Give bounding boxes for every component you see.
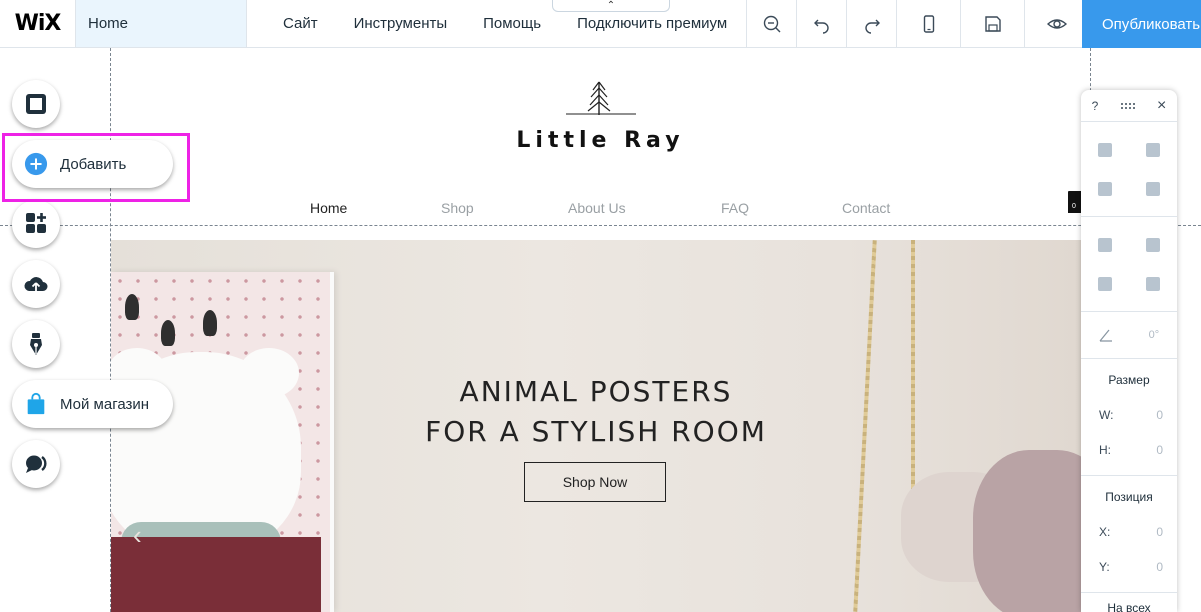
cart-icon[interactable]: 0 — [1068, 191, 1082, 213]
slider-prev-arrow[interactable]: ‹ — [133, 520, 142, 551]
hero-title: ANIMAL POSTERS FOR A STYLISH ROOM — [111, 372, 1081, 452]
menu-tools[interactable]: Инструменты — [336, 15, 466, 32]
hero-title-line-2: FOR A STYLISH ROOM — [425, 415, 767, 448]
toolbar-tools — [746, 0, 1088, 48]
paste-icon[interactable] — [1146, 142, 1160, 157]
nav-link-faq[interactable]: FAQ — [721, 200, 749, 216]
angle-icon — [1099, 329, 1112, 342]
shop-now-button[interactable]: Shop Now — [524, 462, 666, 502]
edit-actions-section — [1081, 122, 1177, 217]
show-on-all-pages-toggle[interactable]: На всех страницах — [1081, 593, 1177, 612]
width-value[interactable]: 0 — [1156, 408, 1163, 422]
align-right-icon[interactable] — [1146, 237, 1160, 252]
duplicate-icon[interactable] — [1098, 181, 1112, 196]
chat-button[interactable] — [12, 440, 60, 488]
size-label: Размер — [1108, 373, 1150, 387]
y-label: Y: — [1099, 559, 1110, 574]
cloud-upload-icon — [24, 277, 48, 291]
square-icon — [26, 94, 46, 114]
drag-handle-icon[interactable] — [1120, 102, 1136, 110]
save-button[interactable] — [960, 0, 1024, 48]
media-upload-button[interactable] — [12, 260, 60, 308]
background-button[interactable] — [12, 80, 60, 128]
menu-upgrade-premium[interactable]: Подключить премиум — [559, 15, 745, 32]
header-gridline — [0, 225, 1201, 226]
menu-help[interactable]: Помощь — [465, 15, 559, 32]
size-section: Размер W: 0 H: 0 — [1081, 359, 1177, 476]
panel-header: ? × — [1081, 90, 1177, 122]
hero-strip[interactable]: ‹ ANIMAL POSTERS FOR A STYLISH ROOM Shop… — [111, 240, 1081, 612]
app-market-button[interactable] — [12, 200, 60, 248]
align-center-icon[interactable] — [1098, 276, 1112, 291]
pine-tree-logo-icon — [566, 81, 636, 115]
cart-count: 0 — [1072, 203, 1076, 210]
speech-bubbles-icon — [26, 455, 47, 473]
shopping-bag-icon — [27, 392, 45, 415]
collapse-topbar-tab[interactable]: ⌃ — [552, 0, 670, 12]
element-properties-panel: ? × 0° Размер W: 0 H: 0 Позиция X: 0 Y: 0 На… — [1081, 90, 1177, 612]
position-label: Позиция — [1105, 490, 1153, 504]
my-store-button[interactable]: Мой магазин — [12, 380, 173, 428]
undo-button[interactable] — [796, 0, 846, 48]
mobile-view-icon — [923, 15, 934, 33]
help-icon[interactable]: ? — [1092, 99, 1099, 113]
arrange-section — [1081, 217, 1177, 312]
x-value[interactable]: 0 — [1156, 525, 1163, 539]
rotation-section: 0° — [1081, 312, 1177, 359]
top-menu: Сайт Инструменты Помощь Подключить преми… — [247, 0, 745, 47]
nav-link-home[interactable]: Home — [310, 200, 347, 216]
rotation-value[interactable]: 0° — [1149, 329, 1160, 341]
arrange-icon[interactable] — [1098, 237, 1112, 252]
apps-grid-icon — [26, 213, 46, 233]
hero-title-line-1: ANIMAL POSTERS — [459, 375, 733, 408]
nav-link-contact[interactable]: Contact — [842, 200, 890, 216]
menu-site[interactable]: Сайт — [265, 15, 336, 32]
zoom-out-button[interactable] — [746, 0, 796, 48]
preview-icon — [1046, 19, 1067, 29]
y-value[interactable]: 0 — [1156, 560, 1163, 574]
wix-logo[interactable]: WiX — [0, 0, 76, 47]
nav-link-shop[interactable]: Shop — [441, 200, 474, 216]
redo-icon — [864, 19, 880, 34]
mobile-view-button[interactable] — [896, 0, 960, 48]
highlight-frame — [2, 133, 190, 202]
nav-link-about[interactable]: About Us — [568, 200, 626, 216]
pen-nib-icon — [30, 333, 42, 355]
page-selector[interactable]: Home — [76, 0, 247, 47]
zoom-out-icon — [763, 15, 780, 33]
height-value[interactable]: 0 — [1156, 443, 1163, 457]
my-store-label: Мой магазин — [60, 395, 150, 413]
height-label: H: — [1099, 442, 1111, 457]
blog-button[interactable] — [12, 320, 60, 368]
preview-button[interactable] — [1024, 0, 1088, 48]
save-icon — [984, 16, 1001, 32]
redo-button[interactable] — [846, 0, 896, 48]
undo-icon — [813, 19, 829, 34]
width-label: W: — [1099, 407, 1114, 422]
close-icon[interactable]: × — [1157, 97, 1166, 115]
distribute-icon[interactable] — [1146, 276, 1160, 291]
publish-button[interactable]: Опубликовать — [1082, 0, 1201, 48]
delete-icon[interactable] — [1146, 181, 1160, 196]
site-navigation: Home Shop About Us FAQ Contact — [0, 200, 1201, 220]
x-label: X: — [1099, 524, 1111, 539]
copy-icon[interactable] — [1098, 142, 1112, 157]
position-section: Позиция X: 0 Y: 0 — [1081, 476, 1177, 593]
